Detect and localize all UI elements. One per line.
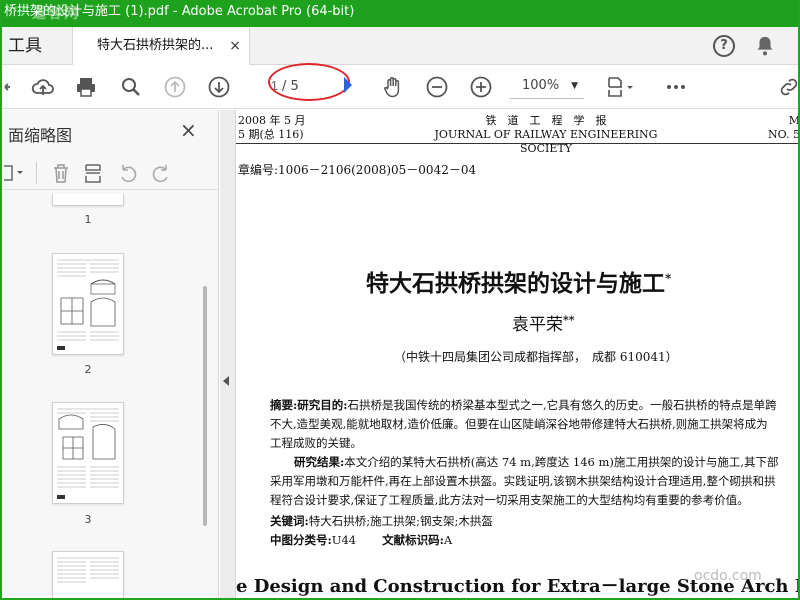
mouse-cursor [344,77,352,93]
abstract-line-1: 摘要:研究目的:石拱桥是我国传统的桥梁基本型式之一,它具有悠久的历史。一般石拱桥… [270,396,777,415]
doc-header-right-1: M [788,114,800,127]
prev-page-icon[interactable] [163,75,187,99]
panel-collapse-handle[interactable] [220,110,236,598]
search-icon[interactable] [119,75,143,99]
next-page-icon[interactable] [207,75,231,99]
tab-tools[interactable]: 工具 [2,27,72,65]
more-icon[interactable] [664,75,688,99]
paper-title-text: 特大石拱桥拱架的设计与施工 [366,270,665,297]
divider [36,162,37,184]
keywords-text: 特大石拱桥;施工拱架;钢支架;木拱盔 [308,514,493,528]
abstract-line-3: 工程成败的关键。 [270,436,362,450]
thumbnail-3-preview [57,408,119,499]
tab-bar: 工具 特大石拱桥拱架的... × ? [2,27,798,65]
page-thumbnail-3[interactable] [52,402,124,504]
rotate-left-icon[interactable] [117,162,139,184]
abstract-label: 摘要:研究目的: [270,398,348,412]
watermark-logo: 道客网 [32,6,80,22]
page-thumbnail-4[interactable] [52,551,124,598]
tab-document[interactable]: 特大石拱桥拱架的... × [72,27,250,65]
annotation-highlight-oval [268,63,350,101]
thumbnail-label-2: 2 [84,363,92,376]
page-display-icon[interactable] [606,75,636,99]
zoom-out-icon[interactable] [425,75,449,99]
zoom-value: 100% [522,78,560,93]
doc-header-left: 2008 年 5 月 5 期(总 116) [238,114,305,142]
doc-header-center: 铁 道 工 程 学 报 JOURNAL OF RAILWAY ENGINEERI… [416,114,676,156]
journal-name-cn: 铁 道 工 程 学 报 [485,114,607,127]
thumbnail-4-preview [57,557,119,583]
help-icon[interactable]: ? [713,35,735,57]
clc-label: 中图分类号: [270,533,332,547]
bell-icon[interactable] [754,35,776,57]
paper-title: 特大石拱桥拱架的设计与施工* [366,264,671,298]
thumbnail-scrollbar[interactable] [201,206,209,598]
journal-name-en: JOURNAL OF RAILWAY ENGINEERING SOCIETY [434,128,658,155]
abstract-line-2: 不大,造型美观,能就地取材,造价低廉。但要在山区陡峭深谷地带修建特大石拱桥,则施… [270,417,768,431]
keywords-line: 关键词:特大石拱桥;施工拱架;钢支架;木拱盔 [270,512,493,531]
title-footnote-mark: * [665,271,672,286]
doc-header-issue: 5 期(总 116) [238,128,304,141]
author-footnote-mark: ** [563,313,575,327]
extract-pages-icon[interactable] [82,162,104,184]
keywords-label: 关键词: [270,514,309,528]
title-bar: 桥拱架的设计与施工 (1).pdf - Adobe Acrobat Pro (6… [2,0,798,27]
results-line-3: 程符合设计要求,保证了工程质量,此方法对一切采用支架施工的大型结构均有重要的参考… [270,493,749,507]
back-arrow-icon[interactable] [2,75,26,99]
page-thumbnail-1[interactable] [52,194,124,206]
main-toolbar [2,65,800,109]
document-view[interactable]: 2008 年 5 月 5 期(总 116) 铁 道 工 程 学 报 JOURNA… [236,110,800,598]
results-text-1: 本文介绍的某特大石拱桥(高达 74 m,跨度达 146 m)施工用拱架的设计与施… [344,455,779,469]
results-label: 研究结果: [294,455,345,469]
thumbnail-label-3: 3 [84,513,92,526]
paper-author: 袁平荣** [512,310,575,335]
header-rule [236,143,798,144]
hand-tool-icon[interactable] [381,75,405,99]
zoom-in-icon[interactable] [469,75,493,99]
thumbnail-2-preview [57,259,119,350]
doc-code-value: A [443,533,453,547]
acrobat-window: 桥拱架的设计与施工 (1).pdf - Adobe Acrobat Pro (6… [0,0,800,600]
classification-line: 中图分类号:U44 文献标识码:A [270,531,452,550]
collapse-arrow-icon [223,376,229,386]
clc-value: U44 [331,533,357,547]
site-watermark: ocdo.com [694,568,762,584]
thumbnail-label-1: 1 [84,213,92,226]
doc-code-label: 文献标识码: [382,533,444,547]
print-icon[interactable] [74,75,98,99]
abstract-text-1: 石拱桥是我国传统的桥梁基本型式之一,它具有悠久的历史。一般石拱桥的特点是单跨 [347,398,777,412]
thumbnails-panel: 面缩略图 × 1 2 3 [2,110,219,598]
rotate-right-icon[interactable] [150,162,172,184]
scrollbar-thumb[interactable] [203,286,207,526]
close-panel-icon[interactable]: × [180,118,197,142]
results-line-2: 采用军用墩和万能杆件,再在上部设置木拱盔。实践证明,该钢木拱架结构设计合理适用,… [270,474,776,488]
chevron-down-icon: ▼ [571,81,578,91]
close-tab-icon[interactable]: × [229,27,241,65]
options-dropdown-icon[interactable] [2,162,26,184]
results-line-1: 研究结果:本文介绍的某特大石拱桥(高达 74 m,跨度达 146 m)施工用拱架… [294,453,779,472]
doc-header-date: 2008 年 5 月 [238,114,306,127]
author-name: 袁平荣 [512,315,563,335]
delete-icon[interactable] [50,162,72,184]
panel-title: 面缩略图 [8,126,73,145]
author-affiliation: （中铁十四局集团公司成都指挥部， 成都 610041） [394,350,678,364]
page-thumbnail-2[interactable] [52,253,124,355]
article-number: 章编号:1006－2106(2008)05－0042－04 [238,163,477,177]
doc-header-right-2: NO. 5 [768,128,800,141]
panel-toolbar [2,156,219,190]
link-icon[interactable] [777,75,800,99]
zoom-select[interactable]: 100% ▼ [510,73,584,99]
doc-header-right: M NO. 5 [768,114,800,142]
cloud-upload-icon[interactable] [31,75,55,99]
tab-document-label: 特大石拱桥拱架的... [97,38,214,53]
